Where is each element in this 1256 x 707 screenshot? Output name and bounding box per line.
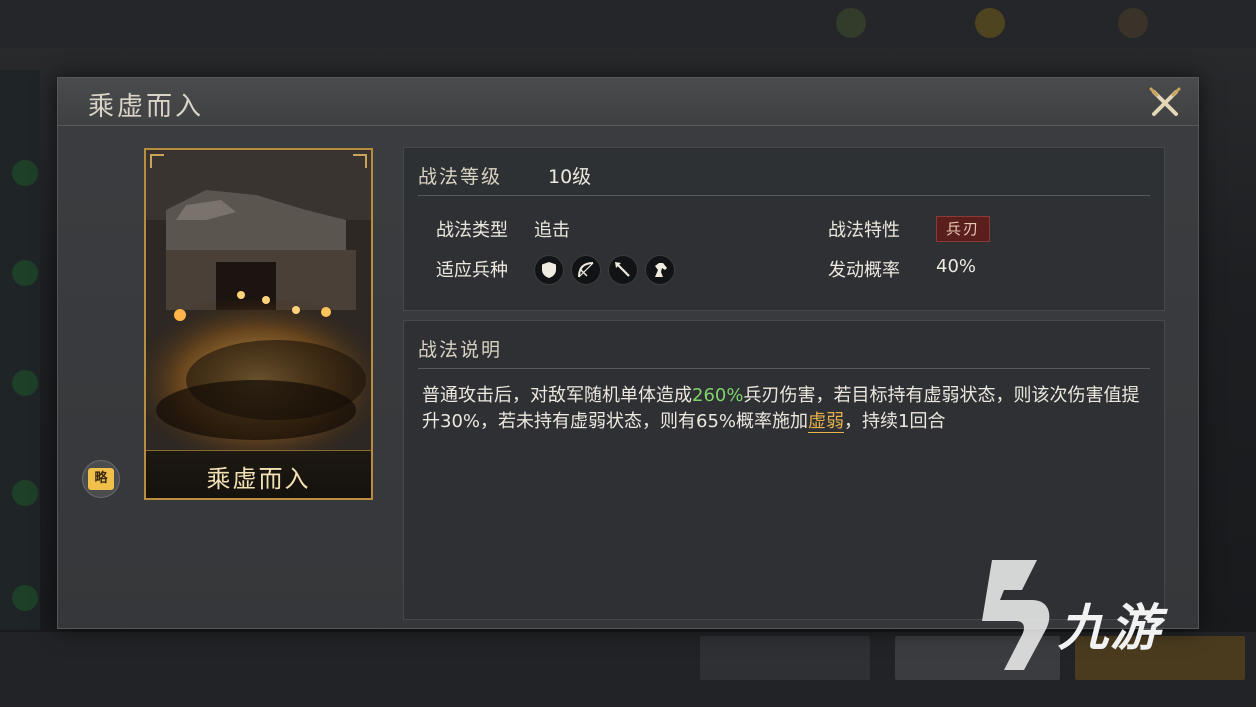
description-text-part: ，持续1回合 xyxy=(844,411,946,432)
trait-label: 战法特性 xyxy=(828,220,900,241)
panel-divider xyxy=(418,195,1150,196)
background-dot xyxy=(12,585,38,611)
dialog-header: 乘虚而入 xyxy=(58,78,1198,126)
level-label: 战法等级 xyxy=(418,166,503,188)
background-left-rail xyxy=(0,70,40,630)
tactic-card: 乘虚而入 xyxy=(144,148,373,500)
resource-icon xyxy=(836,8,866,38)
strategy-badge-label: 略 xyxy=(88,468,114,490)
weak-status-link[interactable]: 虚弱 xyxy=(808,411,845,433)
strategy-badge-button[interactable]: 略 xyxy=(82,460,120,498)
dialog-title: 乘虚而入 xyxy=(88,92,205,122)
tactic-detail-dialog: 乘虚而入 乘虚而入 略 战法等级 10级 战法类型 追击 战法特性 兵刃 适应兵… xyxy=(57,77,1199,629)
background-dot xyxy=(12,160,38,186)
description-text-part: 普通攻击后，对敌军随机单体造成 xyxy=(422,385,692,406)
bow-icon xyxy=(571,255,601,285)
card-name-band: 乘虚而入 xyxy=(146,450,371,498)
type-value: 追击 xyxy=(534,220,570,241)
shield-icon xyxy=(534,255,564,285)
background-dot xyxy=(12,260,38,286)
tactic-info-panel: 战法等级 10级 战法类型 追击 战法特性 兵刃 适应兵种 发动概率 40% xyxy=(403,147,1165,311)
horse-icon xyxy=(645,255,675,285)
background-dot xyxy=(12,370,38,396)
background-top-bar xyxy=(0,0,1256,48)
damage-value: 260% xyxy=(692,385,744,406)
background-dot xyxy=(12,480,38,506)
card-corner-ornament xyxy=(353,154,367,168)
close-button[interactable] xyxy=(1146,84,1184,122)
background-button xyxy=(700,636,870,680)
description-text: 普通攻击后，对敌军随机单体造成260%兵刃伤害，若目标持有虚弱状态，则该次伤害值… xyxy=(422,383,1152,435)
card-corner-ornament xyxy=(150,154,164,168)
resource-icon xyxy=(975,8,1005,38)
level-value: 10级 xyxy=(548,166,592,188)
card-artwork xyxy=(146,150,371,450)
troops-label: 适应兵种 xyxy=(436,260,508,281)
type-label: 战法类型 xyxy=(436,220,508,241)
rate-label: 发动概率 xyxy=(828,260,900,281)
description-heading: 战法说明 xyxy=(418,339,503,361)
panel-divider xyxy=(418,368,1150,369)
spear-icon xyxy=(608,255,638,285)
rate-value: 40% xyxy=(936,256,977,277)
card-name: 乘虚而入 xyxy=(206,465,311,493)
close-icon xyxy=(1149,87,1181,116)
resource-icon xyxy=(1118,8,1148,38)
watermark-text: 九游 xyxy=(1058,599,1162,657)
trait-tag: 兵刃 xyxy=(936,216,990,242)
